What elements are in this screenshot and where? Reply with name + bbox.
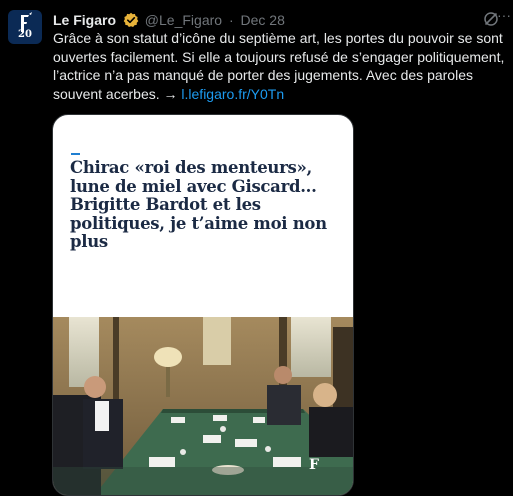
tweet-link[interactable]: l.lefigaro.fr/Y0Tn <box>181 86 284 102</box>
avatar[interactable]: 20 <box>8 10 42 44</box>
tweet-header: Le Figaro @Le_Figaro · Dec 28 <box>53 11 505 29</box>
avatar-badge-text: 20 <box>18 29 32 40</box>
author-handle[interactable]: @Le_Figaro <box>145 12 222 28</box>
card-photo <box>53 317 353 495</box>
card-headline: Chirac «roi des menteurs», lune de miel … <box>70 158 327 251</box>
tweet-text: Grâce à son statut d’icône du septième a… <box>53 29 505 103</box>
author-name[interactable]: Le Figaro <box>53 12 116 28</box>
more-icon[interactable]: ··· <box>497 7 511 23</box>
tweet[interactable]: 20 Le Figaro @Le_Figaro · Dec 28 ··· Grâ… <box>0 0 513 496</box>
tweet-date[interactable]: Dec 28 <box>241 12 285 28</box>
link-card[interactable]: Chirac «roi des menteurs», lune de miel … <box>52 114 354 496</box>
separator: · <box>228 12 234 28</box>
card-photo-watermark: F <box>309 457 319 473</box>
card-accent-dash <box>71 153 80 155</box>
